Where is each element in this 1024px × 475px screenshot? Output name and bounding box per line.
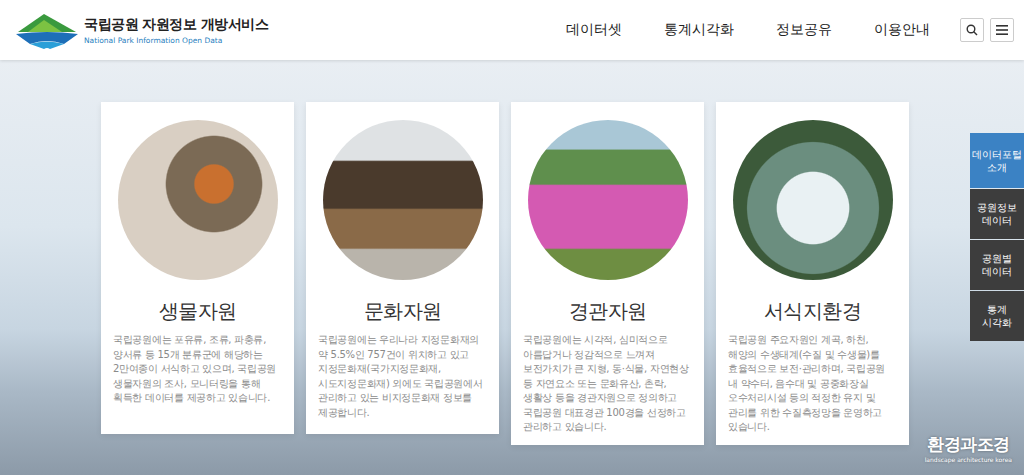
- search-icon: [966, 24, 978, 36]
- menu-button[interactable]: [990, 18, 1014, 42]
- hero: 생물자원국립공원에는 포유류, 조류, 파충류, 양서류 등 15개 분류군에 …: [0, 60, 1024, 475]
- resource-card[interactable]: 서식지환경국립공원 주요자원인 계곡, 하천, 해양의 수생태계(수질 및 수생…: [716, 102, 909, 445]
- card-list: 생물자원국립공원에는 포유류, 조류, 파충류, 양서류 등 15개 분류군에 …: [101, 102, 909, 475]
- resource-card[interactable]: 생물자원국립공원에는 포유류, 조류, 파충류, 양서류 등 15개 분류군에 …: [101, 102, 294, 434]
- card-photo: [323, 120, 483, 280]
- mountain-logo-icon: [14, 10, 80, 50]
- card-photo: [118, 120, 278, 280]
- header: 국립공원 자원정보 개방서비스 National Park Information…: [0, 0, 1024, 60]
- side-menu-item[interactable]: 공원별 데이터: [970, 240, 1024, 290]
- card-description: 국립공원에는 포유류, 조류, 파충류, 양서류 등 15개 분류군에 해당하는…: [113, 333, 282, 406]
- search-button[interactable]: [960, 18, 984, 42]
- nav-item[interactable]: 이용안내: [874, 21, 930, 39]
- resource-card[interactable]: 문화자원국립공원에는 우리나라 지정문화재의 약 5.5%인 757건이 위치하…: [306, 102, 499, 434]
- card-description: 국립공원에는 시각적, 심미적으로 아름답거나 정감적으로 느껴져 보전가치가 …: [523, 333, 692, 435]
- side-menu: 데이터포털 소개공원정보 데이터공원별 데이터통계 시각화: [970, 133, 1024, 341]
- main-nav: 데이터셋 통계시각화 정보공유 이용안내: [566, 21, 930, 39]
- card-photo: [733, 120, 893, 280]
- card-title: 생물자원: [159, 298, 237, 325]
- side-menu-item[interactable]: 데이터포털 소개: [970, 133, 1024, 188]
- watermark-subtitle: landscape architecture korea: [925, 456, 1012, 463]
- logo-subtitle: National Park Information Open Data: [84, 36, 268, 45]
- resource-card[interactable]: 경관자원국립공원에는 시각적, 심미적으로 아름답거나 정감적으로 느껴져 보전…: [511, 102, 704, 445]
- card-description: 국립공원 주요자원인 계곡, 하천, 해양의 수생태계(수질 및 수생물)를 효…: [728, 333, 897, 435]
- card-title: 문화자원: [364, 298, 442, 325]
- side-menu-item[interactable]: 공원정보 데이터: [970, 189, 1024, 239]
- logo[interactable]: 국립공원 자원정보 개방서비스 National Park Information…: [14, 10, 268, 50]
- card-photo: [528, 120, 688, 280]
- watermark-title: 환경과조경: [925, 433, 1012, 456]
- nav-item[interactable]: 통계시각화: [664, 21, 734, 39]
- page: 국립공원 자원정보 개방서비스 National Park Information…: [0, 0, 1024, 475]
- hamburger-icon: [996, 25, 1008, 35]
- nav-item[interactable]: 데이터셋: [566, 21, 622, 39]
- logo-title: 국립공원 자원정보 개방서비스: [84, 16, 268, 34]
- nav-item[interactable]: 정보공유: [776, 21, 832, 39]
- card-title: 서식지환경: [764, 298, 862, 325]
- card-description: 국립공원에는 우리나라 지정문화재의 약 5.5%인 757건이 위치하고 있고…: [318, 333, 487, 420]
- watermark: 환경과조경landscape architecture korea: [925, 433, 1012, 463]
- card-title: 경관자원: [569, 298, 647, 325]
- side-menu-item[interactable]: 통계 시각화: [970, 291, 1024, 341]
